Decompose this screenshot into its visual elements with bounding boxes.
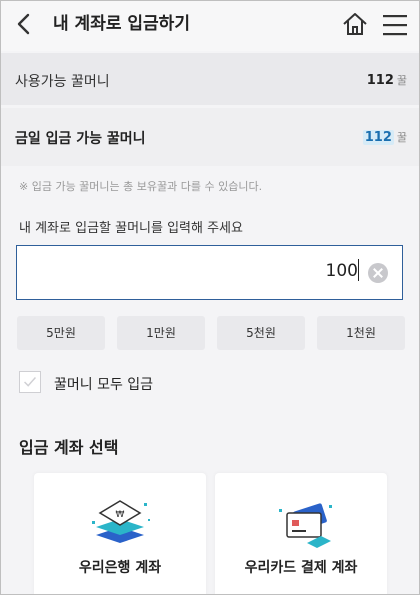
quick-amount-button-50000[interactable]: 5만원: [17, 316, 105, 350]
available-honey-amount: 112: [366, 73, 394, 88]
available-honey-label: 사용가능 꿀머니: [15, 74, 110, 90]
quick-amount-button-10000[interactable]: 1만원: [117, 316, 205, 350]
deposit-all-label: 꿀머니 모두 입금: [54, 377, 154, 393]
woori-card-account-card[interactable]: 우리카드 결제 계좌: [215, 473, 387, 594]
text-caret: [358, 259, 359, 281]
app-screen: 내 계좌로 입금하기 사용가능 꿀머니 112 꿀 금일 입금 가능 꿀머니 11…: [0, 0, 420, 595]
today-deposit-row: 금일 입금 가능 꿀머니 112 꿀: [1, 108, 419, 166]
page-title: 내 계좌로 입금하기: [53, 14, 190, 34]
credit-card-icon: [279, 503, 332, 548]
amount-input[interactable]: 100: [16, 245, 403, 300]
deposit-all-checkbox[interactable]: [19, 371, 41, 393]
available-honey-row: 사용가능 꿀머니 112 꿀: [1, 53, 419, 105]
amount-prompt: 내 계좌로 입금할 꿀머니를 입력해 주세요: [19, 221, 243, 236]
woori-bank-account-card[interactable]: ₩ 우리은행 계좌: [34, 473, 206, 594]
available-honey-value: 112 꿀: [367, 72, 407, 88]
today-deposit-unit: 꿀: [396, 131, 407, 144]
account-section-title: 입금 계좌 선택: [19, 438, 119, 457]
available-honey-unit: 꿀: [396, 74, 407, 87]
quick-amount-button-1000[interactable]: 1천원: [317, 316, 405, 350]
top-app-bar: 내 계좌로 입금하기: [1, 1, 419, 51]
svg-text:₩: ₩: [116, 510, 125, 520]
home-icon[interactable]: [341, 10, 369, 38]
today-deposit-amount: 112: [362, 130, 394, 145]
quick-amount-button-5000[interactable]: 5천원: [217, 316, 305, 350]
hamburger-menu-icon[interactable]: [381, 12, 409, 38]
woori-card-account-label: 우리카드 결제 계좌: [244, 560, 358, 576]
today-deposit-label: 금일 입금 가능 꿀머니: [15, 131, 146, 147]
woori-bank-account-label: 우리은행 계좌: [78, 560, 162, 576]
today-deposit-value: 112 꿀: [362, 129, 407, 145]
bank-stack-icon: ₩: [92, 500, 150, 543]
deposit-note: ※ 입금 가능 꿀머니는 총 보유꿀과 다를 수 있습니다.: [19, 180, 263, 193]
chevron-left-icon[interactable]: [11, 10, 39, 38]
amount-input-value[interactable]: 100: [326, 261, 358, 281]
quick-amount-buttons: 5만원 1만원 5천원 1천원: [17, 316, 405, 350]
clear-circle-icon[interactable]: [368, 263, 388, 283]
